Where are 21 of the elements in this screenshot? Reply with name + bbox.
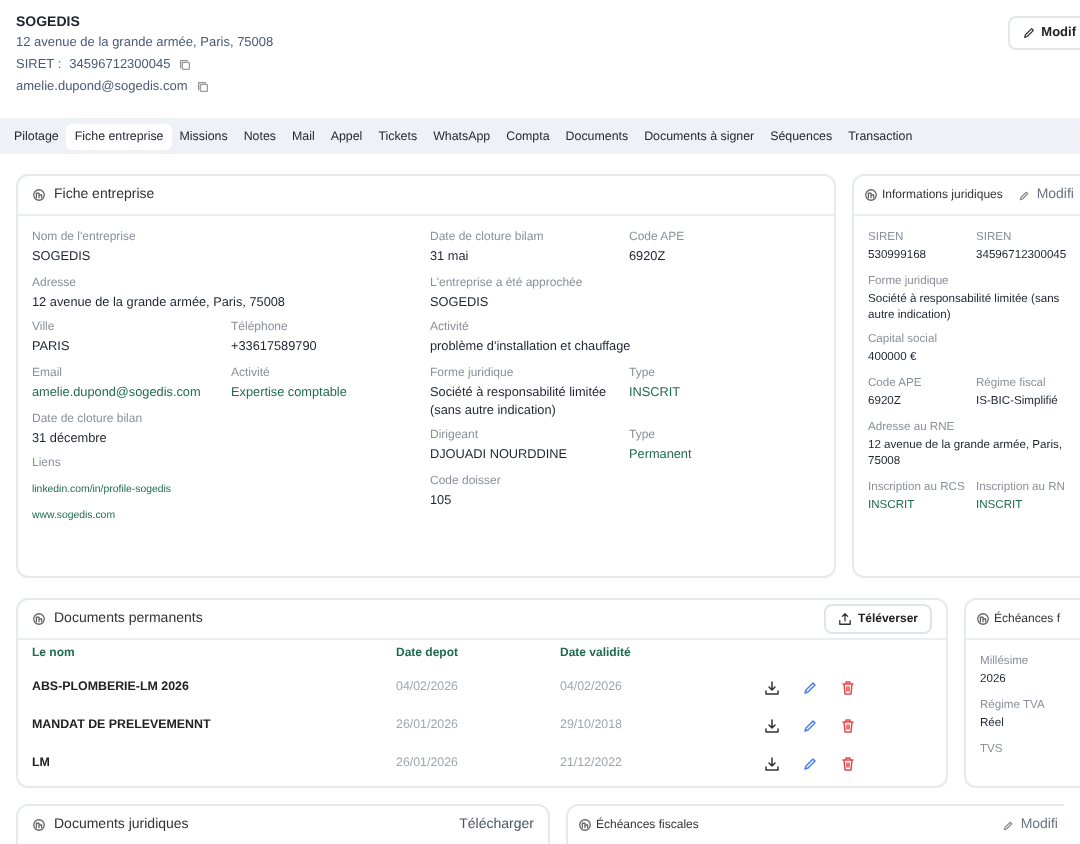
building-icon: [32, 188, 46, 202]
building-icon: [578, 818, 592, 832]
building-icon: [32, 818, 46, 832]
download-icon[interactable]: [764, 679, 780, 695]
pencil-icon[interactable]: [802, 717, 818, 733]
pencil-icon[interactable]: [802, 755, 818, 771]
building-icon: [976, 612, 990, 626]
copy-icon: [178, 58, 193, 72]
trash-icon[interactable]: [840, 679, 856, 695]
download-icon[interactable]: [764, 755, 780, 771]
trash-icon[interactable]: [840, 717, 856, 733]
copy-icon: [195, 80, 210, 94]
upload-icon: [837, 612, 852, 626]
building-icon: [32, 612, 46, 626]
download-icon[interactable]: [764, 717, 780, 733]
pencil-icon: [1021, 26, 1036, 40]
pencil-icon: [1018, 189, 1031, 201]
building-icon: [864, 188, 878, 202]
trash-icon[interactable]: [840, 755, 856, 771]
pencil-icon[interactable]: [802, 679, 818, 695]
pencil-icon: [1002, 819, 1015, 831]
